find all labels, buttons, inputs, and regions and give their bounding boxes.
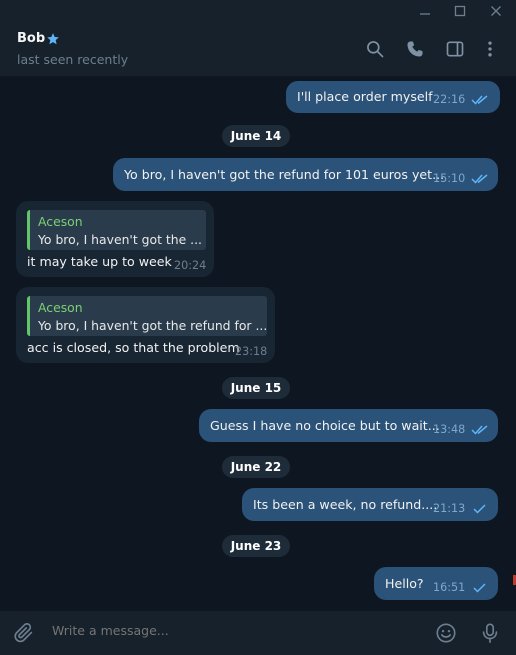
minimize-icon	[420, 13, 430, 15]
message-text: Its been a week, no refund....	[253, 497, 438, 512]
message-list[interactable]: I'll place order myself 22:16 June 14 Yo…	[0, 77, 516, 611]
quote-author: Aceson	[38, 214, 83, 229]
microphone-icon	[482, 623, 498, 643]
message-outgoing[interactable]: Yo bro, I haven't got the refund for 101…	[113, 158, 498, 191]
message-input[interactable]	[52, 623, 412, 638]
message-outgoing[interactable]: Hello? 16:51	[374, 567, 498, 600]
message-time: 23:18	[235, 345, 268, 358]
more-icon	[488, 41, 492, 57]
quote-text: Yo bro, I haven't got the refund for ...	[38, 318, 268, 333]
double-check-icon	[471, 95, 488, 105]
message-time: 16:51	[433, 581, 466, 594]
message-outgoing[interactable]: Its been a week, no refund.... 21:13	[242, 488, 498, 521]
phone-icon	[407, 41, 423, 57]
message-incoming[interactable]: Aceson Yo bro, I haven't got the ... it …	[16, 201, 214, 277]
quote-author: Aceson	[38, 300, 83, 315]
emoji-button[interactable]	[434, 621, 458, 645]
double-check-icon	[471, 174, 488, 184]
date-separator: June 23	[222, 535, 290, 557]
date-separator: June 22	[222, 456, 290, 478]
message-outgoing[interactable]: I'll place order myself 22:16	[286, 81, 500, 113]
search-button[interactable]	[364, 38, 386, 60]
date-separator: June 14	[222, 125, 290, 147]
sidebar-icon	[446, 41, 464, 57]
message-text: acc is closed, so that the problem	[27, 340, 240, 355]
message-text: I'll place order myself	[297, 89, 433, 104]
message-text: Yo bro, I haven't got the refund for 101…	[124, 167, 445, 182]
reply-quote[interactable]: Aceson Yo bro, I haven't got the ...	[27, 210, 206, 250]
date-separator: June 15	[222, 377, 290, 399]
check-icon	[473, 583, 486, 593]
emoji-icon	[436, 623, 456, 643]
message-time: 22:16	[433, 93, 466, 106]
contact-status: last seen recently	[17, 52, 129, 67]
search-icon	[367, 41, 384, 58]
contact-name[interactable]: Bob	[17, 31, 45, 46]
message-outgoing[interactable]: Guess I have no choice but to wait... 13…	[199, 409, 498, 442]
quote-text: Yo bro, I haven't got the ...	[38, 232, 202, 247]
message-time: 20:24	[174, 259, 207, 272]
message-incoming[interactable]: Aceson Yo bro, I haven't got the refund …	[16, 287, 275, 363]
toggle-sidebar-button[interactable]	[444, 38, 466, 60]
window-titlebar	[0, 0, 516, 22]
close-icon	[491, 6, 501, 16]
message-time: 15:10	[433, 172, 466, 185]
reply-quote[interactable]: Aceson Yo bro, I haven't got the refund …	[27, 296, 267, 336]
message-text: Hello?	[385, 576, 424, 591]
check-icon	[473, 504, 486, 514]
maximize-button[interactable]	[443, 0, 477, 22]
chat-header: Bob last seen recently	[0, 22, 516, 77]
star-icon	[46, 31, 60, 50]
attach-icon	[14, 623, 33, 643]
message-text: it may take up to week	[27, 254, 172, 269]
call-button[interactable]	[404, 38, 426, 60]
voice-message-button[interactable]	[478, 621, 502, 645]
message-time: 13:48	[433, 423, 466, 436]
message-text: Guess I have no choice but to wait...	[210, 418, 440, 433]
maximize-icon	[454, 5, 466, 17]
message-composer	[0, 611, 516, 655]
attach-button[interactable]	[12, 621, 36, 645]
close-window-button[interactable]	[479, 0, 513, 22]
message-time: 21:13	[433, 502, 466, 515]
minimize-button[interactable]	[408, 0, 442, 22]
double-check-icon	[471, 425, 488, 435]
more-options-button[interactable]	[479, 38, 501, 60]
